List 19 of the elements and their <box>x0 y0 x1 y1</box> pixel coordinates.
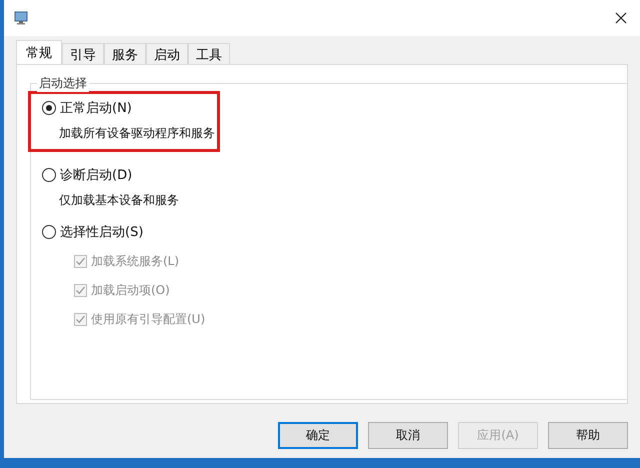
tab[interactable]: 常规 <box>16 40 62 64</box>
radio-button[interactable] <box>42 168 56 182</box>
group-title: 启动选择 <box>37 75 89 92</box>
dialog-button[interactable]: 确定 <box>278 422 358 449</box>
dialog-button[interactable]: 帮助 <box>548 422 628 449</box>
app-icon <box>14 11 28 25</box>
tab[interactable]: 启动 <box>146 43 188 64</box>
option-description: 仅加载基本设备和服务 <box>58 192 180 209</box>
tab[interactable]: 服务 <box>104 43 146 64</box>
tab[interactable]: 工具 <box>188 43 230 64</box>
close-icon[interactable] <box>615 12 627 24</box>
radio-button[interactable] <box>42 101 56 115</box>
radio-label[interactable]: 诊断启动(D) <box>60 166 132 184</box>
option-description: 加载所有设备驱动程序和服务 <box>58 125 216 142</box>
radio-label[interactable]: 正常启动(N) <box>60 99 132 117</box>
dialog-button[interactable]: 取消 <box>368 422 448 449</box>
tab[interactable]: 引导 <box>62 43 104 64</box>
radio-label[interactable]: 选择性启动(S) <box>60 223 144 241</box>
radio-button[interactable] <box>42 225 56 239</box>
